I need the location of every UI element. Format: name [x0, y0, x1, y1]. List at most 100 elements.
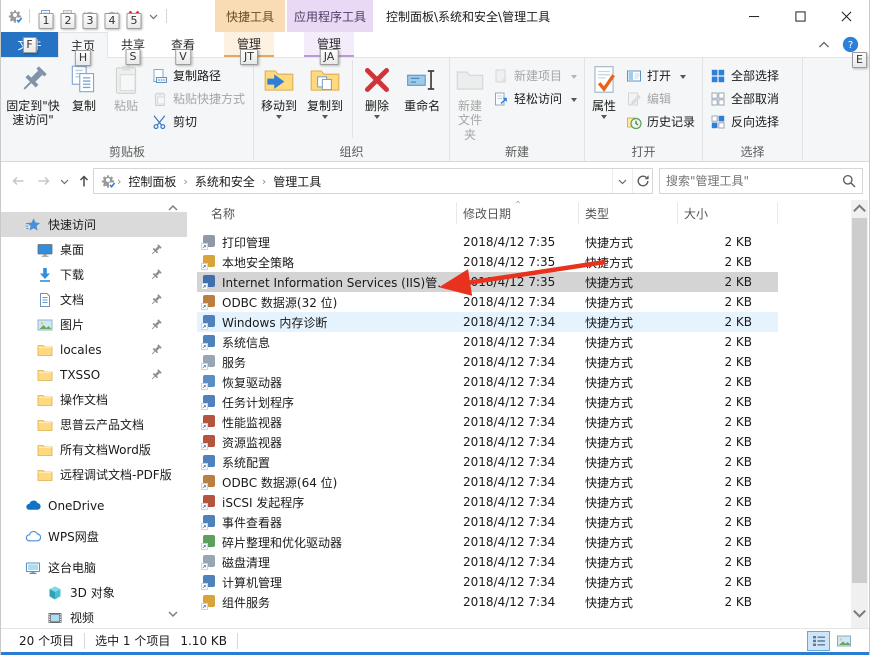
- file-row[interactable]: 磁盘清理2018/4/12 7:34快捷方式2 KB: [197, 552, 778, 572]
- sidebar-item[interactable]: 思普云产品文档: [1, 412, 187, 437]
- select-all-icon: [710, 68, 726, 84]
- breadcrumb-item[interactable]: 控制面板: [122, 173, 182, 190]
- file-row[interactable]: 服务2018/4/12 7:34快捷方式2 KB: [197, 352, 778, 372]
- sidebar-item[interactable]: 视频: [1, 605, 187, 628]
- tab-share[interactable]: 共享 S: [108, 32, 158, 57]
- sidebar-item[interactable]: WPS网盘: [1, 524, 187, 549]
- help-button[interactable]: ?: [842, 36, 859, 53]
- move-to-button[interactable]: 移动到: [256, 60, 302, 144]
- pin-icon: [149, 343, 163, 357]
- delete-button[interactable]: 删除: [357, 60, 397, 144]
- file-name: 事件查看器: [222, 514, 282, 531]
- sidebar-item[interactable]: 快速访问: [1, 212, 187, 237]
- scrollbar-thumb[interactable]: [852, 218, 867, 583]
- copy-path-button[interactable]: 复制路径: [147, 64, 250, 87]
- qat-delete-button[interactable]: 5: [124, 5, 144, 27]
- sidebar-item[interactable]: 图片: [1, 312, 187, 337]
- close-button[interactable]: [823, 0, 869, 32]
- address-dropdown-button[interactable]: [612, 169, 632, 193]
- qat-customize-button[interactable]: [146, 5, 160, 27]
- invert-selection-button[interactable]: 反向选择: [705, 110, 784, 133]
- sidebar-item[interactable]: 所有文档Word版: [1, 437, 187, 462]
- file-row[interactable]: 恢复驱动器2018/4/12 7:34快捷方式2 KB: [197, 372, 778, 392]
- tab-home[interactable]: 主页 H: [58, 32, 108, 58]
- qat-properties-button[interactable]: 1: [36, 5, 56, 27]
- tab-manage-shortcut-tools[interactable]: 管理 JT: [224, 32, 274, 57]
- sidebar-item[interactable]: 远程调试文档-PDF版: [1, 462, 187, 487]
- search-input[interactable]: [660, 174, 836, 188]
- file-row[interactable]: 计算机管理2018/4/12 7:34快捷方式2 KB: [197, 572, 778, 592]
- sidebar-scroll-down[interactable]: [167, 608, 179, 620]
- file-date: 2018/4/12 7:34: [457, 495, 579, 509]
- recent-locations-button[interactable]: [57, 168, 71, 194]
- file-row[interactable]: 组件服务2018/4/12 7:34快捷方式2 KB: [197, 592, 778, 612]
- address-bar[interactable]: ›控制面板›系统和安全›管理工具: [93, 168, 653, 194]
- file-row[interactable]: 本地安全策略2018/4/12 7:35快捷方式2 KB: [197, 252, 778, 272]
- file-row[interactable]: 事件查看器2018/4/12 7:34快捷方式2 KB: [197, 512, 778, 532]
- large-icons-view-button[interactable]: [832, 631, 855, 651]
- sidebar-scroll-up[interactable]: [167, 202, 179, 214]
- copy-button[interactable]: 复制: [63, 60, 105, 144]
- file-row[interactable]: ODBC 数据源(32 位)2018/4/12 7:34快捷方式2 KB: [197, 292, 778, 312]
- breadcrumb-item[interactable]: 系统和安全: [189, 173, 261, 190]
- file-row[interactable]: 任务计划程序2018/4/12 7:34快捷方式2 KB: [197, 392, 778, 412]
- file-name-cell: 性能监视器: [197, 414, 457, 431]
- easy-access-button[interactable]: 轻松访问: [488, 87, 582, 110]
- sidebar-item[interactable]: 桌面: [1, 237, 187, 262]
- copy-to-button[interactable]: 复制到: [302, 60, 348, 144]
- sidebar-item[interactable]: 操作文档: [1, 387, 187, 412]
- sidebar-item[interactable]: OneDrive: [1, 493, 187, 518]
- tab-manage-application-tools[interactable]: 管理 JA: [304, 32, 354, 57]
- column-header-size[interactable]: 大小: [678, 202, 778, 224]
- file-row[interactable]: 性能监视器2018/4/12 7:34快捷方式2 KB: [197, 412, 778, 432]
- cut-button[interactable]: 剪切: [147, 110, 250, 133]
- sidebar-item[interactable]: 下载: [1, 262, 187, 287]
- sidebar-item[interactable]: 这台电脑: [1, 555, 187, 580]
- sidebar-item-label: 桌面: [60, 241, 84, 258]
- quick-access-icon: [25, 217, 41, 233]
- minimize-ribbon-button[interactable]: [816, 37, 832, 53]
- vertical-scrollbar[interactable]: [851, 200, 868, 628]
- file-row[interactable]: ODBC 数据源(64 位)2018/4/12 7:34快捷方式2 KB: [197, 472, 778, 492]
- search-button[interactable]: [836, 169, 862, 193]
- copy-path-icon: [152, 68, 168, 84]
- sidebar-item[interactable]: 文档: [1, 287, 187, 312]
- rename-button[interactable]: 重命名: [397, 60, 447, 144]
- file-date: 2018/4/12 7:34: [457, 355, 579, 369]
- pin-to-quick-access-button[interactable]: 固定到"快速访问": [3, 60, 63, 144]
- file-row[interactable]: 系统配置2018/4/12 7:34快捷方式2 KB: [197, 452, 778, 472]
- file-name: 碎片整理和优化驱动器: [222, 534, 342, 551]
- onedrive-icon: [25, 498, 41, 514]
- details-view-button[interactable]: [807, 631, 830, 651]
- scroll-down-button[interactable]: [851, 605, 868, 622]
- forward-icon: [36, 173, 52, 189]
- open-button[interactable]: 打开: [621, 64, 700, 87]
- file-size: 2 KB: [678, 435, 778, 449]
- file-row[interactable]: 资源监视器2018/4/12 7:34快捷方式2 KB: [197, 432, 778, 452]
- keytip: H: [75, 50, 91, 66]
- history-button[interactable]: 历史记录: [621, 110, 700, 133]
- file-row[interactable]: 碎片整理和优化驱动器2018/4/12 7:34快捷方式2 KB: [197, 532, 778, 552]
- select-none-button[interactable]: 全部取消: [705, 87, 784, 110]
- minimize-button[interactable]: [731, 0, 777, 32]
- column-header-date-modified[interactable]: 修改日期: [457, 202, 579, 224]
- maximize-button[interactable]: [777, 0, 823, 32]
- file-row[interactable]: Windows 内存诊断2018/4/12 7:34快捷方式2 KB: [197, 312, 778, 332]
- scroll-up-button[interactable]: [851, 200, 868, 217]
- file-row[interactable]: Internet Information Services (IIS)管...2…: [197, 272, 778, 292]
- select-all-button[interactable]: 全部选择: [705, 64, 784, 87]
- tab-file[interactable]: 文件 F: [1, 32, 58, 57]
- file-row[interactable]: 打印管理2018/4/12 7:35快捷方式2 KB: [197, 232, 778, 252]
- sidebar-item[interactable]: locales: [1, 337, 187, 362]
- column-header-name[interactable]: 名称: [197, 202, 457, 224]
- sidebar-item[interactable]: TXSSO: [1, 362, 187, 387]
- sidebar-item[interactable]: 3D 对象: [1, 580, 187, 605]
- refresh-button[interactable]: [632, 169, 652, 193]
- properties-button[interactable]: 属性: [587, 60, 621, 144]
- breadcrumb-item[interactable]: 管理工具: [267, 173, 327, 190]
- tab-view[interactable]: 查看 V: [158, 32, 208, 57]
- sidebar-item-label: 快速访问: [48, 216, 96, 233]
- file-row[interactable]: iSCSI 发起程序2018/4/12 7:34快捷方式2 KB: [197, 492, 778, 512]
- column-header-type[interactable]: 类型: [579, 202, 678, 224]
- file-row[interactable]: 系统信息2018/4/12 7:34快捷方式2 KB: [197, 332, 778, 352]
